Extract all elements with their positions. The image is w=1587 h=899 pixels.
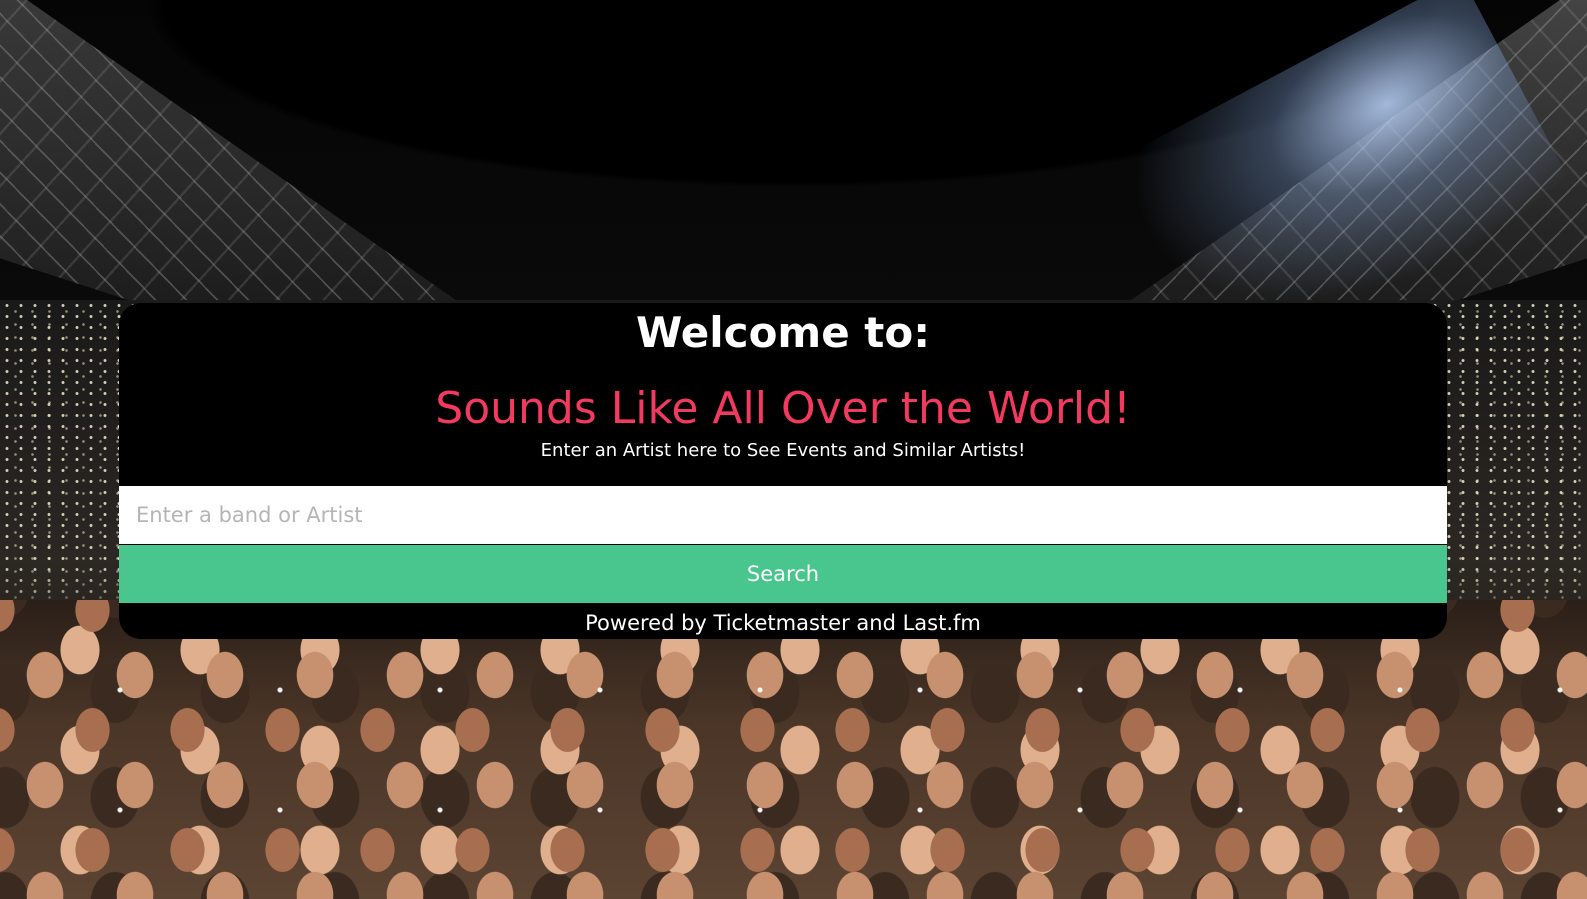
crowd (0, 600, 1587, 899)
instructions-text: Enter an Artist here to See Events and S… (540, 440, 1026, 461)
search-card: Welcome to: Sounds Like All Over the Wor… (119, 303, 1447, 639)
artist-search-input[interactable] (119, 486, 1447, 544)
welcome-heading: Welcome to: (635, 308, 931, 357)
page: Welcome to: Sounds Like All Over the Wor… (0, 0, 1587, 899)
search-button[interactable]: Search (119, 545, 1447, 603)
site-title: Sounds Like All Over the World! (435, 383, 1131, 434)
powered-by-text: Powered by Ticketmaster and Last.fm (585, 611, 981, 635)
